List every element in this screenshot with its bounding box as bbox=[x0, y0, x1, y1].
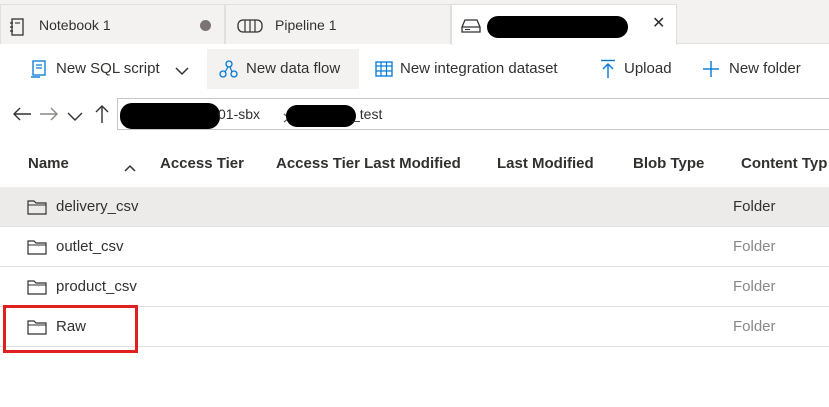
storage-container-icon bbox=[461, 19, 481, 36]
row-content-type: Folder bbox=[733, 278, 776, 295]
folder-icon bbox=[27, 199, 47, 218]
table-row[interactable]: outlet_csv Folder bbox=[0, 227, 829, 267]
row-content-type: Folder bbox=[733, 318, 776, 335]
back-arrow-icon[interactable] bbox=[12, 106, 32, 125]
row-content-type: Folder bbox=[733, 238, 776, 255]
notebook-icon bbox=[9, 18, 25, 39]
column-header-access-tier[interactable]: Access Tier bbox=[160, 155, 244, 172]
close-icon[interactable]: ✕ bbox=[652, 16, 665, 32]
upload-button[interactable]: Upload bbox=[591, 49, 687, 89]
up-arrow-icon[interactable] bbox=[94, 104, 110, 127]
upload-icon bbox=[600, 59, 616, 83]
column-header-blob-type[interactable]: Blob Type bbox=[633, 155, 704, 172]
breadcrumb[interactable]: 01-sbx _test bbox=[117, 98, 829, 130]
row-name[interactable]: outlet_csv bbox=[56, 238, 124, 255]
forward-arrow-icon[interactable] bbox=[39, 106, 59, 125]
plus-icon bbox=[702, 60, 720, 82]
upload-label: Upload bbox=[624, 60, 672, 77]
tab-storage-container[interactable]: ✕ bbox=[451, 4, 677, 45]
tab-notebook-1[interactable]: Notebook 1 bbox=[0, 4, 225, 44]
table-header: Name Access Tier Access Tier Last Modifi… bbox=[0, 140, 829, 186]
new-sql-script-button[interactable]: New SQL script bbox=[8, 49, 204, 89]
breadcrumb-segment[interactable]: _test bbox=[352, 106, 382, 122]
tab-label: Notebook 1 bbox=[39, 17, 111, 33]
column-header-name[interactable]: Name bbox=[28, 155, 69, 172]
row-name[interactable]: delivery_csv bbox=[56, 198, 139, 215]
new-data-flow-button[interactable]: New data flow bbox=[207, 49, 359, 89]
sort-ascending-icon[interactable] bbox=[124, 159, 136, 175]
chevron-down-icon[interactable] bbox=[175, 63, 189, 80]
dataset-table-icon bbox=[375, 61, 393, 81]
redacted-breadcrumb-start bbox=[120, 103, 220, 129]
new-integration-dataset-label: New integration dataset bbox=[400, 60, 558, 77]
tab-label: Pipeline 1 bbox=[275, 17, 337, 33]
folder-icon bbox=[27, 239, 47, 258]
redacted-breadcrumb-middle bbox=[286, 105, 356, 127]
new-data-flow-label: New data flow bbox=[246, 60, 341, 77]
data-flow-icon bbox=[218, 59, 240, 83]
tab-pipeline-1[interactable]: Pipeline 1 bbox=[225, 4, 451, 44]
column-header-content-type[interactable]: Content Typ bbox=[741, 155, 827, 172]
row-content-type: Folder bbox=[733, 198, 776, 215]
breadcrumb-segment[interactable]: 01-sbx bbox=[218, 106, 260, 122]
chevron-down-icon[interactable] bbox=[67, 109, 83, 125]
unsaved-indicator bbox=[200, 20, 211, 31]
column-header-access-tier-last-modified[interactable]: Access Tier Last Modified bbox=[276, 155, 461, 172]
pipeline-icon bbox=[237, 18, 263, 37]
row-name[interactable]: product_csv bbox=[56, 278, 137, 295]
new-folder-label: New folder bbox=[729, 60, 801, 77]
annotation-highlight-box bbox=[3, 305, 138, 353]
folder-icon bbox=[27, 279, 47, 298]
new-folder-button[interactable]: New folder bbox=[693, 49, 823, 89]
table-row[interactable]: delivery_csv Folder bbox=[0, 187, 829, 227]
column-header-last-modified[interactable]: Last Modified bbox=[497, 155, 594, 172]
toolbar: New SQL script New data flow New integra… bbox=[0, 45, 829, 93]
table-row[interactable]: product_csv Folder bbox=[0, 267, 829, 307]
new-integration-dataset-button[interactable]: New integration dataset bbox=[364, 49, 586, 89]
tab-bar: Notebook 1 Pipeline 1 ✕ bbox=[0, 0, 829, 45]
sql-script-icon bbox=[30, 60, 48, 82]
redacted-tab-title bbox=[487, 16, 628, 38]
new-sql-script-label: New SQL script bbox=[56, 60, 160, 77]
